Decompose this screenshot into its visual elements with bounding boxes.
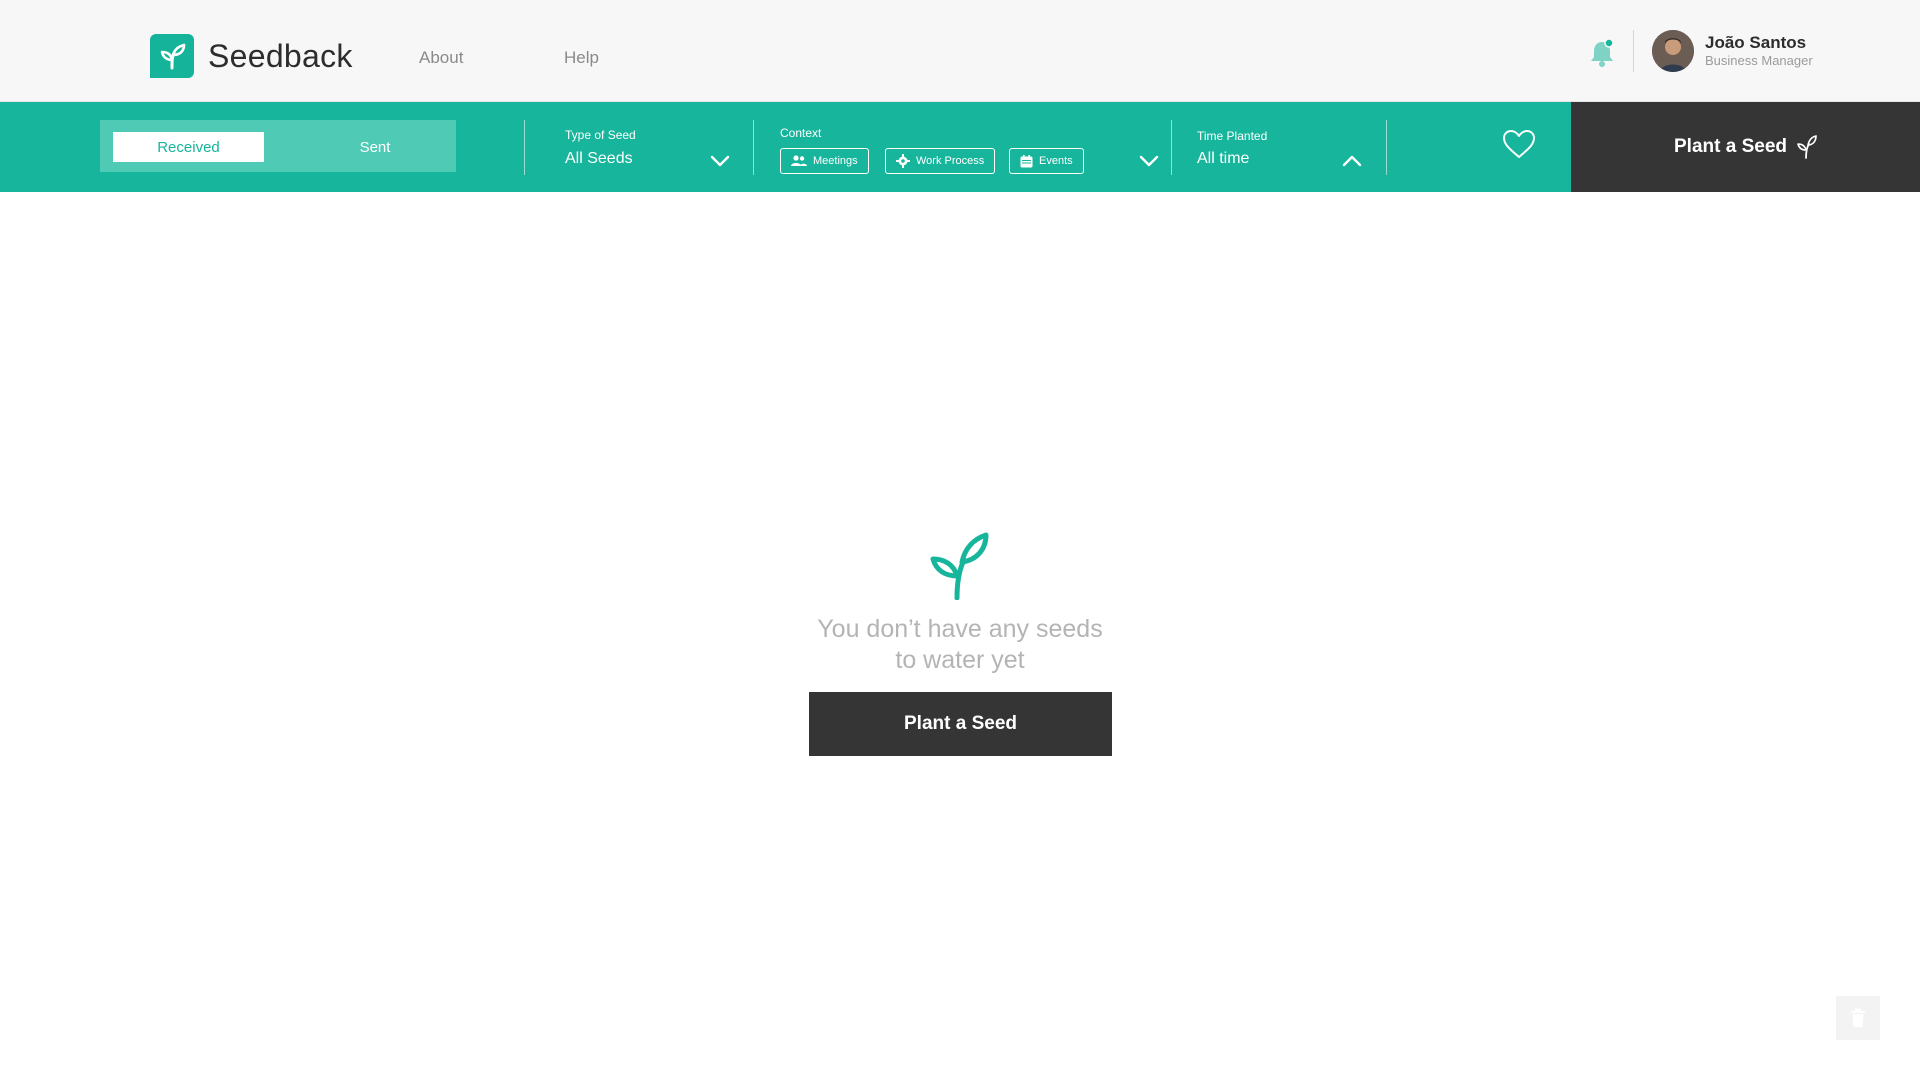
filter-divider [1386, 120, 1387, 175]
chip-label: Events [1039, 155, 1073, 167]
toggle-sent[interactable]: Sent [300, 132, 450, 162]
logo[interactable]: Seedback [150, 34, 353, 78]
people-icon [791, 155, 807, 166]
app-name: Seedback [208, 37, 353, 74]
time-planted-label: Time Planted [1197, 129, 1268, 143]
filter-divider [753, 120, 754, 175]
sprout-logo-icon [150, 34, 194, 78]
sprout-icon [1797, 135, 1817, 159]
context-label: Context [780, 126, 822, 140]
chip-work-process[interactable]: Work Process [885, 148, 996, 174]
empty-state-line: You don’t have any seeds [817, 615, 1103, 643]
calendar-icon [1020, 154, 1033, 167]
trash-button[interactable] [1836, 996, 1880, 1040]
sprout-icon [930, 532, 989, 600]
header-divider [1633, 30, 1634, 72]
toggle-received[interactable]: Received [113, 132, 264, 162]
chevron-up-icon[interactable] [1342, 155, 1362, 167]
heart-icon[interactable] [1501, 128, 1537, 160]
trash-icon [1851, 1008, 1865, 1027]
chip-label: Work Process [916, 155, 985, 167]
gear-icon [896, 154, 910, 168]
avatar[interactable] [1652, 30, 1694, 72]
chip-meetings[interactable]: Meetings [780, 148, 869, 174]
nav-about-link[interactable]: About [419, 48, 463, 68]
chevron-down-icon[interactable] [1139, 155, 1159, 167]
type-of-seed-value[interactable]: All Seeds [565, 150, 633, 168]
empty-state-line: to water yet [895, 646, 1025, 674]
time-planted-value[interactable]: All time [1197, 150, 1249, 168]
empty-state-message: You don’t have any seeds to water yet [760, 614, 1160, 676]
chevron-down-icon[interactable] [710, 155, 730, 167]
type-of-seed-label: Type of Seed [565, 128, 636, 142]
user-role: Business Manager [1705, 53, 1813, 68]
bell-icon[interactable] [1589, 38, 1615, 68]
chip-events[interactable]: Events [1009, 148, 1084, 174]
filter-divider [1171, 120, 1172, 175]
filter-bar: Received Sent Type of Seed All Seeds Con… [0, 102, 1571, 192]
plant-a-seed-button[interactable]: Plant a Seed [809, 692, 1112, 756]
plant-a-seed-header-button[interactable]: Plant a Seed [1571, 102, 1920, 192]
top-header: Seedback About Help João Santos Business… [0, 0, 1920, 102]
user-name[interactable]: João Santos [1705, 33, 1806, 53]
plant-a-seed-label: Plant a Seed [1674, 136, 1787, 157]
filter-divider [524, 120, 525, 175]
received-sent-toggle: Received Sent [100, 120, 456, 172]
chip-label: Meetings [813, 155, 858, 167]
nav-help-link[interactable]: Help [564, 48, 599, 68]
